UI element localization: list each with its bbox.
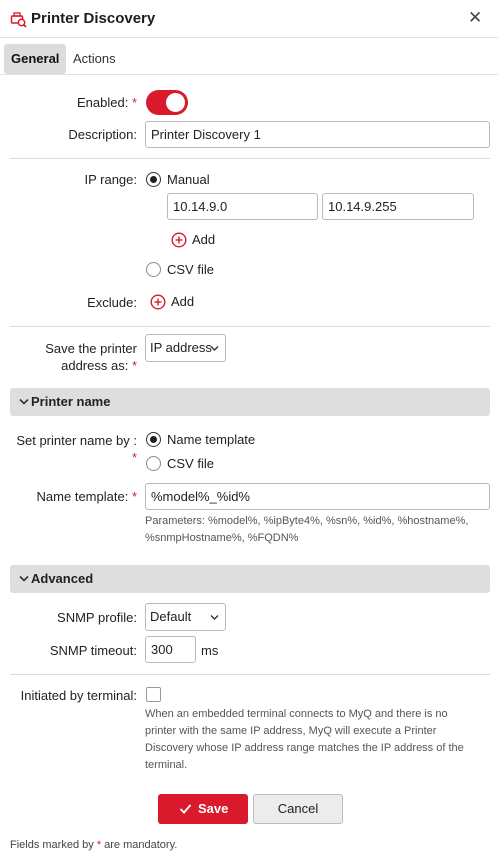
ip-range-csv-label: CSV file [167,262,214,277]
initiated-by-terminal-hint: When an embedded terminal connects to My… [145,708,464,771]
snmp-timeout-input[interactable]: 300 [145,636,196,663]
mandatory-fields-note: Fields marked by * are mandatory. [10,839,178,851]
tab-general[interactable]: General [4,44,67,74]
enabled-label: Enabled: * [76,95,137,110]
ip-range-csv-radio[interactable] [146,262,161,277]
add-ip-range-button[interactable]: Add [171,232,231,248]
save-button[interactable]: Save [158,794,248,824]
add-exclude-label: Add [171,294,195,309]
name-template-input[interactable]: %model%_%id% [145,483,490,510]
divider [10,674,490,675]
close-icon[interactable]: ✕ [468,8,482,28]
ip-range-manual-label: Manual [167,172,210,187]
chevron-down-icon [19,575,29,582]
divider [10,326,490,327]
description-label: Description: [68,127,137,142]
dialog-title: Printer Discovery [31,10,156,27]
snmp-profile-label: SNMP profile: [57,610,137,625]
snmp-timeout-label: SNMP timeout: [49,643,137,658]
name-template-radio-label: Name template [167,432,256,447]
set-printer-name-label: Set printer name by : * [16,433,137,465]
chevron-down-icon [19,398,29,405]
save-button-label: Save [198,801,229,816]
name-csv-radio-label: CSV file [167,456,214,471]
tab-divider [0,74,498,75]
name-template-parameters-hint: Parameters: %model%, %ipByte4%, %sn%, %i… [145,515,469,544]
ip-range-label: IP range: [84,172,137,187]
add-circle-icon [150,294,166,310]
description-input[interactable]: Printer Discovery 1 [145,121,490,148]
name-template-label: Name template: * [36,489,137,504]
divider [10,158,490,159]
advanced-section-title: Advanced [31,571,94,586]
advanced-section-header[interactable]: Advanced [10,565,490,593]
tab-actions[interactable]: Actions [66,44,123,74]
snmp-profile-select[interactable]: Default [145,603,226,631]
chevron-down-icon [210,615,219,620]
exclude-label: Exclude: [87,295,137,310]
add-exclude-button[interactable]: Add [150,294,210,310]
checkmark-icon [179,804,192,814]
add-ip-range-label: Add [192,232,216,247]
snmp-timeout-unit: ms [201,643,219,658]
enabled-toggle[interactable] [146,90,188,115]
save-address-select[interactable]: IP address [145,334,226,362]
ip-range-manual-radio[interactable] [146,172,161,187]
name-template-radio[interactable] [146,432,161,447]
ip-range-to-input[interactable]: 10.14.9.255 [322,193,474,220]
ip-range-from-input[interactable]: 10.14.9.0 [167,193,318,220]
name-csv-radio[interactable] [146,456,161,471]
chevron-down-icon [210,346,219,351]
printer-name-section-header[interactable]: Printer name [10,388,490,416]
save-address-label: Save the printer address as: * [45,341,137,373]
cancel-button[interactable]: Cancel [253,794,343,824]
printer-name-section-title: Printer name [31,394,111,409]
initiated-by-terminal-label: Initiated by terminal: [20,688,137,703]
add-circle-icon [171,232,187,248]
printer-discovery-icon [10,12,27,28]
initiated-by-terminal-checkbox[interactable] [146,687,161,702]
